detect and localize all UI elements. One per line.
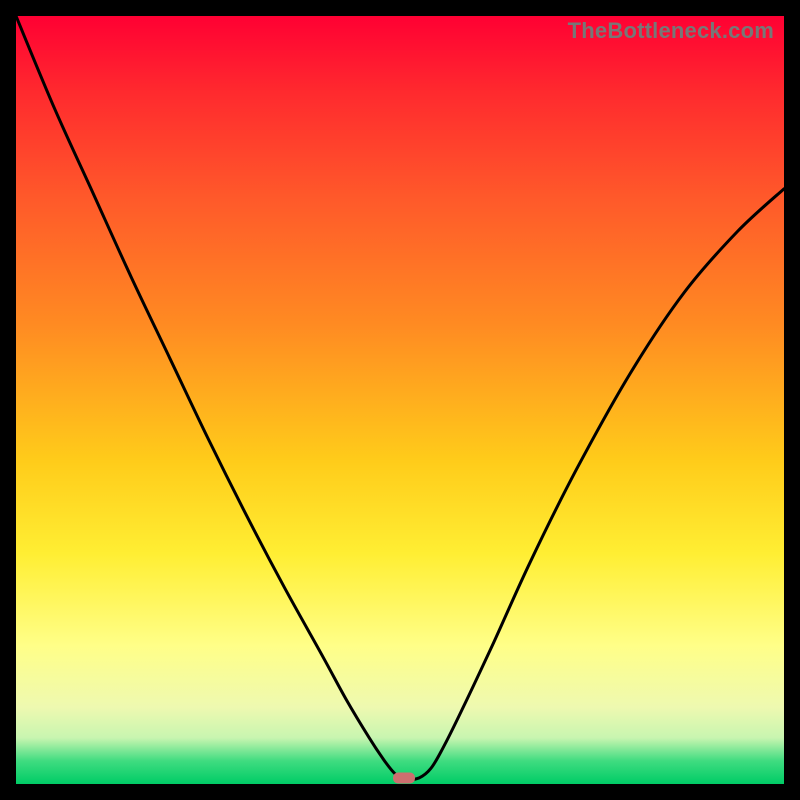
curve-path bbox=[16, 16, 784, 780]
plot-area: TheBottleneck.com bbox=[16, 16, 784, 784]
optimum-marker bbox=[393, 772, 415, 783]
chart-frame: TheBottleneck.com bbox=[0, 0, 800, 800]
bottleneck-curve bbox=[16, 16, 784, 784]
watermark-label: TheBottleneck.com bbox=[568, 18, 774, 44]
